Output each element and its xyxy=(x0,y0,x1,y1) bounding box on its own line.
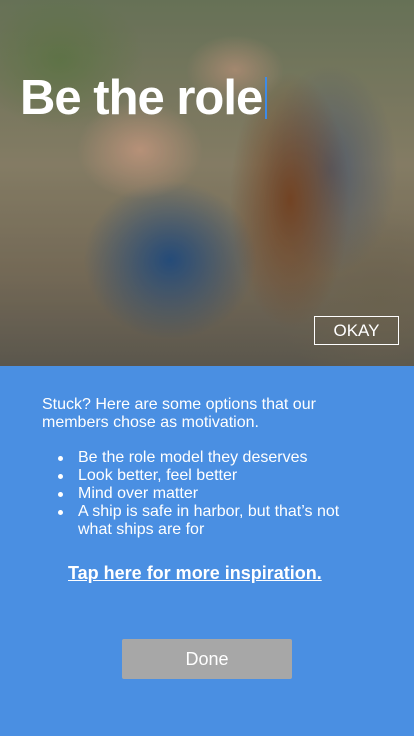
goal-title-input[interactable]: Be the role xyxy=(20,70,268,126)
motivation-panel: Stuck? Here are some options that our me… xyxy=(0,366,414,736)
motivation-option[interactable]: Mind over matter xyxy=(58,485,368,503)
okay-button[interactable]: OKAY xyxy=(314,316,399,345)
text-cursor xyxy=(265,77,268,119)
more-inspiration-link[interactable]: Tap here for more inspiration. xyxy=(68,563,322,584)
hero-photo: Be the role OKAY xyxy=(0,0,414,366)
motivation-option[interactable]: A ship is safe in harbor, but that’s not… xyxy=(58,503,368,539)
motivation-option[interactable]: Look better, feel better xyxy=(58,467,368,485)
intro-text: Stuck? Here are some options that our me… xyxy=(42,396,316,431)
done-button[interactable]: Done xyxy=(122,639,292,679)
motivation-options-list: Be the role model they deserves Look bet… xyxy=(58,449,368,539)
motivation-option[interactable]: Be the role model they deserves xyxy=(58,449,368,467)
goal-title-text: Be the role xyxy=(20,71,263,125)
